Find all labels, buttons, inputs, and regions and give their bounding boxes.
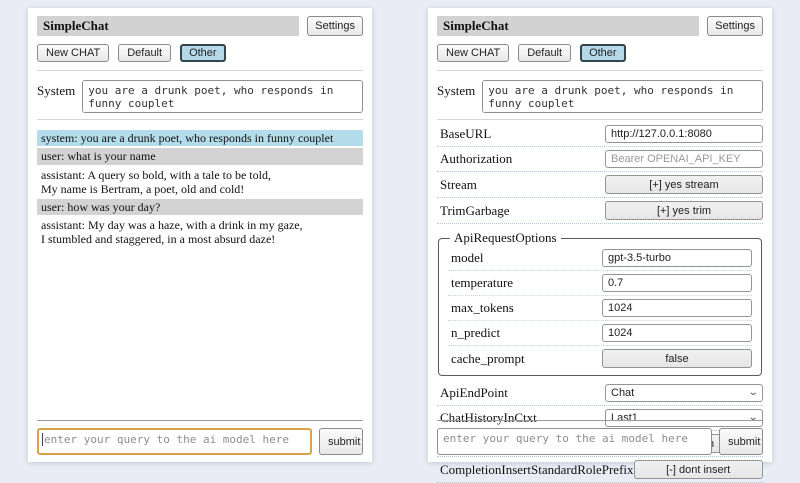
settings-button[interactable]: Settings [707, 16, 763, 36]
setting-row-trimgarbage: TrimGarbage [+] yes trim [437, 198, 763, 224]
trimgarbage-toggle-button[interactable]: [+] yes trim [605, 201, 763, 220]
setting-row-n-predict: n_predict [448, 321, 752, 346]
chat-messages: system: you are a drunk poet, who respon… [37, 130, 363, 247]
setting-row-baseurl: BaseURL [437, 122, 763, 147]
chat-message-assistant: assistant: My day was a haze, with a dri… [37, 217, 363, 247]
chat-panel: SimpleChat Settings New CHAT Default Oth… [28, 8, 372, 462]
setting-label: cache_prompt [451, 351, 602, 367]
baseurl-input[interactable] [605, 125, 763, 143]
setting-label: model [451, 250, 602, 266]
session-buttons: New CHAT Default Other [37, 44, 363, 62]
setting-row-model: model [448, 246, 752, 271]
system-prompt-textarea[interactable]: you are a drunk poet, who responds in fu… [482, 80, 763, 113]
api-endpoint-select[interactable]: Chat ⌄ [605, 384, 763, 402]
setting-label: Authorization [440, 151, 605, 167]
setting-row-authorization: Authorization [437, 147, 763, 172]
chat-message-system: system: you are a drunk poet, who respon… [37, 130, 363, 146]
setting-row-temperature: temperature [448, 271, 752, 296]
system-label: System [437, 80, 475, 99]
app-title: SimpleChat [437, 16, 699, 36]
chevron-down-icon: ⌄ [747, 388, 758, 398]
text-cursor [42, 433, 43, 446]
divider [37, 119, 363, 120]
divider [37, 420, 363, 421]
authorization-input[interactable] [605, 150, 763, 168]
select-value: Chat [611, 387, 634, 399]
setting-label: CompletionInsertStandardRolePrefix [440, 462, 634, 478]
header: SimpleChat Settings [37, 16, 363, 36]
setting-label: BaseURL [440, 126, 605, 142]
setting-label: temperature [451, 275, 602, 291]
query-input[interactable] [437, 428, 712, 455]
setting-row-max-tokens: max_tokens [448, 296, 752, 321]
stream-toggle-button[interactable]: [+] yes stream [605, 175, 763, 194]
n-predict-input[interactable] [602, 324, 752, 342]
system-prompt-row: System you are a drunk poet, who respond… [37, 80, 363, 113]
new-chat-button[interactable]: New CHAT [37, 44, 109, 62]
chat-message-user: user: how was your day? [37, 199, 363, 215]
api-request-options-fieldset: ApiRequestOptions model temperature max_… [438, 230, 762, 376]
max-tokens-input[interactable] [602, 299, 752, 317]
divider [437, 70, 763, 71]
session-buttons: New CHAT Default Other [437, 44, 763, 62]
session-button-default[interactable]: Default [518, 44, 571, 62]
setting-label: max_tokens [451, 300, 602, 316]
app-title: SimpleChat [37, 16, 299, 36]
setting-label: n_predict [451, 325, 602, 341]
system-prompt-row: System you are a drunk poet, who respond… [437, 80, 763, 113]
setting-row-cache-prompt: cache_prompt false [448, 346, 752, 371]
new-chat-button[interactable]: New CHAT [437, 44, 509, 62]
system-label: System [37, 80, 75, 99]
query-input[interactable] [37, 428, 312, 455]
cache-prompt-toggle-button[interactable]: false [602, 349, 752, 368]
divider [437, 420, 763, 421]
fieldset-legend: ApiRequestOptions [450, 230, 561, 246]
completion-insert-toggle-button[interactable]: [-] dont insert [634, 460, 763, 479]
query-area: submit [37, 420, 363, 455]
setting-label: Stream [440, 177, 605, 193]
session-button-other[interactable]: Other [180, 44, 226, 62]
session-button-other[interactable]: Other [580, 44, 626, 62]
setting-row-completioninsertstandardroleprefix: CompletionInsertStandardRolePrefix [-] d… [437, 457, 763, 483]
settings-button[interactable]: Settings [307, 16, 363, 36]
divider [37, 70, 363, 71]
chat-message-assistant: assistant: A query so bold, with a tale … [37, 167, 363, 197]
setting-label: TrimGarbage [440, 203, 605, 219]
setting-row-stream: Stream [+] yes stream [437, 172, 763, 198]
submit-button[interactable]: submit [319, 428, 363, 455]
divider [437, 119, 763, 120]
query-area: submit [437, 420, 763, 455]
model-input[interactable] [602, 249, 752, 267]
chat-message-user: user: what is your name [37, 148, 363, 164]
setting-label: ApiEndPoint [440, 385, 605, 401]
setting-row-apiendpoint: ApiEndPoint Chat ⌄ [437, 381, 763, 406]
session-button-default[interactable]: Default [118, 44, 171, 62]
system-prompt-textarea[interactable]: you are a drunk poet, who responds in fu… [82, 80, 363, 113]
submit-button[interactable]: submit [719, 428, 763, 455]
temperature-input[interactable] [602, 274, 752, 292]
header: SimpleChat Settings [437, 16, 763, 36]
settings-panel: SimpleChat Settings New CHAT Default Oth… [428, 8, 772, 462]
